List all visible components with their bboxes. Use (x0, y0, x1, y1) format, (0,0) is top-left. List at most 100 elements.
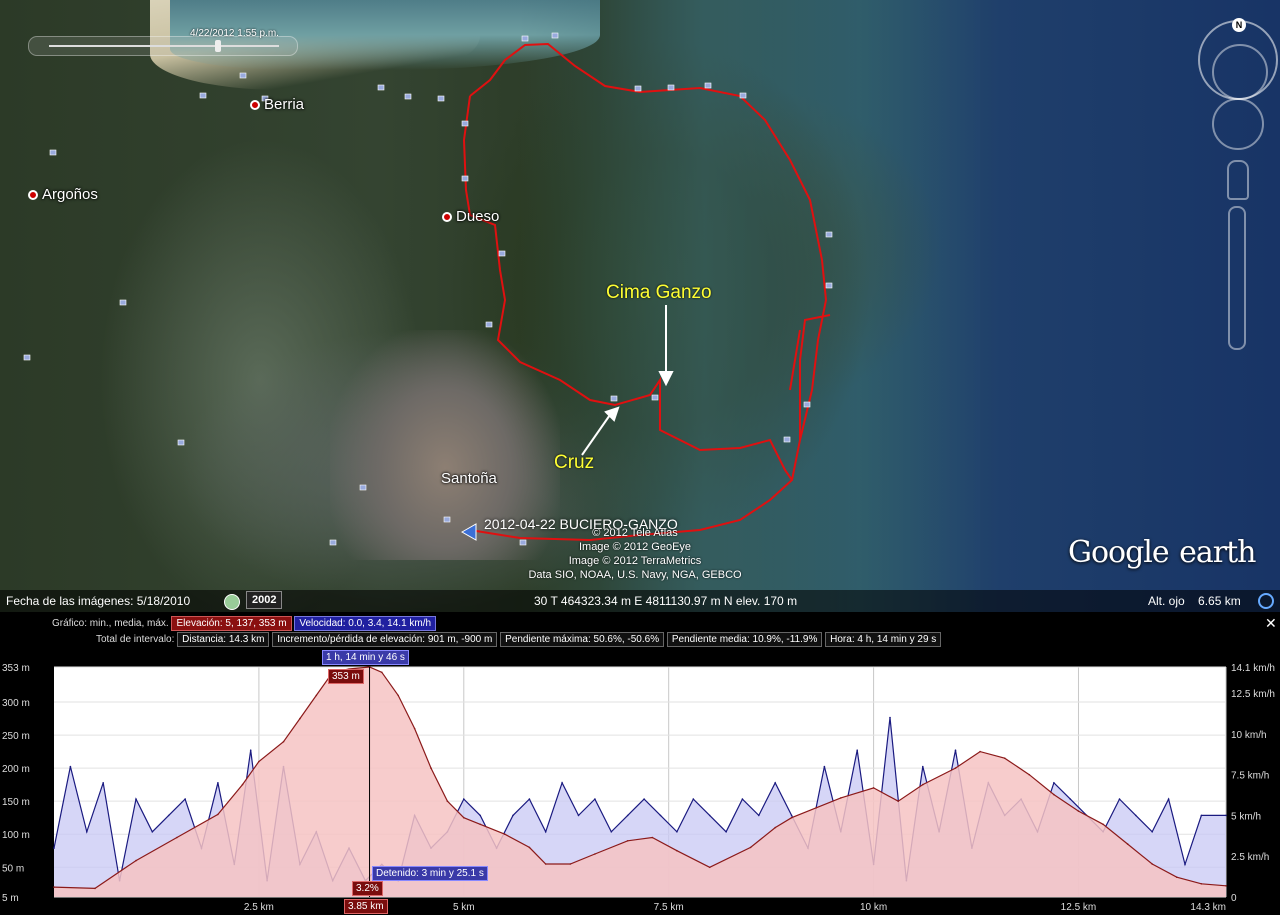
speed-point (561, 782, 563, 784)
elevation-point (413, 727, 416, 730)
elevation-point (774, 826, 776, 829)
place-marker-icon (28, 190, 38, 201)
elevation-point (979, 750, 981, 753)
place-berria[interactable]: Berria (250, 96, 304, 113)
speed-point (135, 798, 137, 800)
speed-point (922, 765, 924, 768)
speed-point (1200, 814, 1203, 817)
place-santona[interactable]: Santoña (441, 470, 497, 487)
speed-point (577, 814, 580, 817)
speed-point (1225, 814, 1227, 817)
status-bar: Fecha de las imágenes: 5/18/2010 2002 30… (0, 590, 1280, 612)
street-view-pegman-icon[interactable] (1227, 160, 1249, 200)
zoom-slider[interactable] (1228, 206, 1246, 350)
speed-point (676, 831, 678, 833)
profile-chart[interactable]: 2.5 km 5 km 7.5 km 10 km 12.5 km 14.3 km 5 m 50… (0, 612, 1280, 915)
elevation-point (651, 836, 654, 839)
x-tick-label: 7.5 km (654, 902, 684, 913)
attribution-line: Data SIO, NOAA, U.S. Navy, NGA, GEBCO (528, 569, 742, 581)
streaming-icon (1258, 593, 1274, 609)
y-left-tick-label: 250 m (2, 731, 30, 742)
place-dueso[interactable]: Dueso (442, 208, 499, 225)
compass-inner[interactable] (1212, 44, 1268, 100)
google-earth-logo: Google earth (1068, 530, 1256, 571)
speed-point (790, 814, 793, 817)
speed-point (889, 716, 891, 719)
place-marker-icon (250, 100, 260, 111)
elevation-point (840, 797, 842, 799)
speed-point (167, 814, 170, 817)
elevation-point (430, 767, 432, 769)
elevation-point (528, 846, 531, 849)
eye-altitude-value: 6.65 km (1198, 594, 1241, 608)
y-left-tick-label: 50 m (2, 863, 24, 874)
elevation-point (1151, 863, 1153, 865)
speed-point (758, 814, 760, 817)
cursor-elevation-tag: 353 m (328, 669, 364, 684)
speed-point (741, 798, 744, 800)
y-left-tick-label: 150 m (2, 797, 30, 808)
elevation-point (626, 840, 629, 842)
speed-point (1151, 831, 1153, 833)
speed-point (1069, 798, 1072, 800)
elevation-point (594, 853, 596, 855)
place-argonos[interactable]: Argoños (28, 186, 98, 203)
cursor-time-tag: 1 h, 14 min y 46 s (322, 650, 409, 665)
place-marker-icon (442, 212, 452, 223)
elevation-point (381, 671, 383, 674)
speed-point (954, 749, 957, 751)
elevation-point (790, 816, 793, 819)
elevation-point (708, 866, 711, 869)
eye-altitude: Alt. ojo 6.65 km (1148, 594, 1241, 608)
x-tick-label: 12.5 km (1061, 902, 1097, 913)
speed-point (102, 782, 104, 784)
elevation-point (954, 767, 957, 769)
speed-point (774, 782, 776, 784)
cursor-slope-tag: 3.2% (352, 881, 383, 896)
elevation-point (299, 717, 301, 720)
imagery-year-button[interactable]: 2002 (246, 591, 283, 609)
elevation-profile: Gráfico: min., media, máx. Elevación: 5,… (0, 612, 1280, 915)
move-joystick[interactable] (1212, 98, 1264, 150)
annotation-arrows (581, 305, 674, 456)
map-view[interactable]: 4/22/2012 1:55 p.m. Berria Argoños Dueso… (0, 0, 1280, 612)
speed-point (1053, 782, 1055, 784)
speed-point (151, 831, 154, 833)
elevation-point (1126, 843, 1129, 845)
elevation-point (315, 694, 318, 697)
elevation-point (1077, 810, 1080, 812)
elevation-point (1102, 823, 1104, 826)
elevation-point (463, 816, 465, 819)
elevation-point (1028, 773, 1031, 776)
elevation-point (1200, 883, 1203, 885)
cursor-distance-tag: 3.85 km (344, 899, 388, 914)
y-left-tick-label: 100 m (2, 830, 30, 841)
eye-altitude-label: Alt. ojo (1148, 594, 1185, 608)
elevation-point (569, 863, 572, 865)
compass-ring[interactable]: N (1198, 18, 1278, 100)
elevation-point (217, 813, 219, 816)
elevation-point (258, 760, 260, 763)
speed-point (594, 798, 596, 800)
elevation-point (749, 846, 752, 849)
y-right-tick-label: 5 km/h (1231, 811, 1261, 822)
logo-earth: earth (1179, 535, 1256, 570)
elevation-point (504, 833, 506, 835)
speed-point (725, 831, 727, 833)
elevation-point (479, 823, 482, 826)
elevation-point (1225, 885, 1227, 887)
elevation-point (282, 740, 285, 743)
elevation-point (1003, 757, 1006, 759)
speed-point (463, 798, 465, 800)
speed-point (53, 847, 55, 849)
speed-point (823, 765, 826, 768)
speed-point (708, 814, 711, 817)
y-right-tick-label: 12.5 km/h (1231, 689, 1275, 700)
elevation-point (544, 863, 547, 865)
speed-point (69, 765, 72, 768)
speed-point (692, 798, 695, 800)
speed-point (249, 749, 252, 751)
historical-imagery-icon[interactable] (224, 594, 240, 610)
north-icon[interactable]: N (1232, 18, 1246, 32)
track-start-icon (460, 523, 477, 541)
